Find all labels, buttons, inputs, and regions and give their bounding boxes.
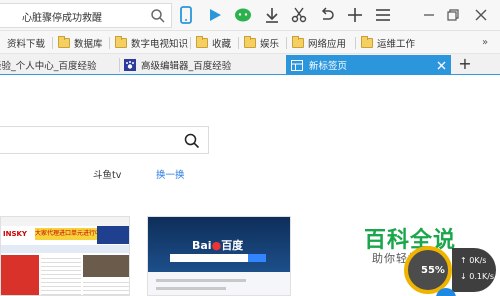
bookmark-folder[interactable]: 运维工作 bbox=[361, 35, 415, 51]
bookmark-divider bbox=[52, 37, 53, 49]
sina-thumbnail[interactable]: INSKY 大家代理进口单元进行中 bbox=[0, 216, 130, 296]
bookmark-folder[interactable]: 收藏 bbox=[196, 35, 231, 51]
bookmark-folder[interactable]: 娱乐 bbox=[244, 35, 279, 51]
upload-speed: ↑ 0K/s bbox=[460, 256, 487, 265]
scissors-icon[interactable] bbox=[289, 5, 309, 25]
speed-panel: ↑ 0K/s ↓ 0.1K/s bbox=[452, 248, 496, 292]
speed-ring: 55% bbox=[404, 246, 452, 294]
folder-icon bbox=[58, 36, 70, 48]
download-icon[interactable] bbox=[262, 5, 282, 25]
menu-icon[interactable] bbox=[373, 5, 393, 25]
wechat-icon[interactable] bbox=[233, 5, 253, 25]
minimize-icon[interactable] bbox=[420, 6, 438, 24]
undo-icon[interactable] bbox=[317, 5, 337, 25]
bookmark-folder[interactable]: 数字电视知识 bbox=[115, 35, 188, 51]
link-item-cut[interactable] bbox=[2, 167, 30, 181]
search-icon[interactable] bbox=[150, 8, 166, 24]
baidu-logo-text: 百度 bbox=[221, 239, 244, 252]
download-speed: ↓ 0.1K/s bbox=[460, 272, 495, 281]
bookmark-divider bbox=[238, 37, 239, 49]
tab-baidu-jingyan-personal[interactable]: 经验_个人中心_百度经验 bbox=[0, 55, 118, 75]
bookmarks-bar: 资料下载 数据库 数字电视知识 收藏 娱乐 网络应用 运维工作 » bbox=[0, 31, 500, 54]
bookmark-divider bbox=[286, 37, 287, 49]
bookmarks-more-icon[interactable]: » bbox=[482, 37, 488, 48]
search-icon[interactable] bbox=[184, 133, 200, 149]
bookmark-folder[interactable]: 数据库 bbox=[58, 35, 103, 51]
bookmark-divider bbox=[190, 37, 191, 49]
bookmark-item[interactable]: 资料下载 bbox=[7, 35, 45, 51]
browser-window: 心脏骤停成功救醒 资料下载 数据库 数字电视知识 收藏 娱乐 网络应用 运维工作… bbox=[0, 0, 500, 296]
folder-icon bbox=[361, 36, 373, 48]
close-icon[interactable] bbox=[472, 6, 490, 24]
phone-icon[interactable] bbox=[176, 5, 196, 25]
address-bar[interactable]: 心脏骤停成功救醒 bbox=[0, 3, 172, 28]
bookmark-divider bbox=[109, 37, 110, 49]
tab-close-icon[interactable] bbox=[437, 61, 446, 70]
restore-icon[interactable] bbox=[444, 6, 462, 24]
link-refresh[interactable]: 换一换 bbox=[156, 167, 185, 181]
speed-percent: 55% bbox=[421, 265, 445, 276]
address-text: 心脏骤停成功救醒 bbox=[22, 13, 102, 24]
plus-icon[interactable] bbox=[345, 5, 365, 25]
sina-banner: 大家代理进口单元进行中 bbox=[35, 228, 97, 240]
link-cut-text bbox=[2, 167, 30, 178]
play-icon[interactable] bbox=[205, 5, 225, 25]
link-douyu[interactable]: 斗鱼tv bbox=[93, 167, 121, 181]
baidu-thumbnail[interactable]: Bai●百度 bbox=[147, 216, 291, 296]
tab-advanced-editor[interactable]: 高级编辑器_百度经验 bbox=[124, 55, 284, 75]
folder-icon bbox=[115, 36, 127, 48]
bookmark-divider bbox=[355, 37, 356, 49]
paw-icon bbox=[124, 59, 136, 71]
folder-icon bbox=[244, 36, 256, 48]
tab-divider bbox=[119, 58, 120, 72]
grid-icon bbox=[291, 59, 303, 71]
folder-icon bbox=[196, 36, 208, 48]
tab-bar: 经验_个人中心_百度经验 高级编辑器_百度经验 新标签页 + bbox=[0, 54, 500, 75]
top-toolbar: 心脏骤停成功救醒 bbox=[0, 0, 500, 31]
folder-icon bbox=[292, 36, 304, 48]
new-tab-plus-icon[interactable]: + bbox=[456, 55, 474, 73]
bookmark-folder[interactable]: 网络应用 bbox=[292, 35, 346, 51]
tab-new-tab[interactable]: 新标签页 bbox=[286, 55, 451, 75]
search-input[interactable] bbox=[0, 126, 209, 154]
